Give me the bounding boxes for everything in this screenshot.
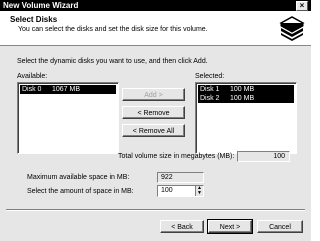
instructions-text: Select the dynamic disks you want to use… xyxy=(17,58,208,65)
amount-value[interactable]: 100 xyxy=(161,187,173,194)
next-button[interactable]: Next > xyxy=(207,219,253,234)
selected-listbox[interactable]: Disk 1 100 MB Disk 2 100 MB xyxy=(195,82,297,154)
wizard-window: New Volume Wizard × Select Disks You can… xyxy=(0,0,311,241)
max-space-value: 922 xyxy=(157,172,204,183)
disk-name: Disk 0 xyxy=(22,86,42,93)
list-item[interactable]: Disk 1 100 MB xyxy=(198,85,294,94)
list-item[interactable]: Disk 0 1067 MB xyxy=(20,85,116,94)
page-subtitle: You can select the disks and set the dis… xyxy=(18,26,208,33)
disk-name: Disk 1 xyxy=(200,86,220,93)
selected-label: Selected: xyxy=(195,73,225,80)
total-size-value: 100 xyxy=(237,151,290,162)
available-listbox[interactable]: Disk 0 1067 MB xyxy=(17,82,119,154)
remove-button[interactable]: < Remove xyxy=(122,106,185,119)
title-bar: New Volume Wizard × xyxy=(0,0,311,11)
amount-spinner[interactable]: 100 ▲ ▼ xyxy=(157,185,204,197)
disk-size: 100 MB xyxy=(230,95,255,102)
spinner-buttons: ▲ ▼ xyxy=(195,186,203,196)
total-size-label: Total volume size in megabytes (MB): xyxy=(118,153,235,160)
max-space-label: Maximum available space in MB: xyxy=(27,174,130,181)
footer-divider xyxy=(6,209,305,211)
disk-size: 1067 MB xyxy=(52,86,81,93)
page-title: Select Disks xyxy=(10,15,58,24)
add-button[interactable]: Add > xyxy=(122,88,185,101)
cancel-button[interactable]: Cancel xyxy=(257,220,303,233)
spin-down-icon[interactable]: ▼ xyxy=(195,191,203,196)
close-button[interactable]: × xyxy=(296,1,308,11)
disk-size: 100 MB xyxy=(230,86,255,93)
disk-name: Disk 2 xyxy=(200,95,220,102)
available-label: Available: xyxy=(17,73,48,80)
window-title: New Volume Wizard xyxy=(3,1,79,10)
disk-stack-icon xyxy=(278,14,306,42)
wizard-header: Select Disks You can select the disks an… xyxy=(0,11,311,46)
amount-label: Select the amount of space in MB: xyxy=(27,188,134,195)
back-button[interactable]: < Back xyxy=(160,220,204,233)
list-item[interactable]: Disk 2 100 MB xyxy=(198,94,294,103)
remove-all-button[interactable]: < Remove All xyxy=(122,124,185,137)
